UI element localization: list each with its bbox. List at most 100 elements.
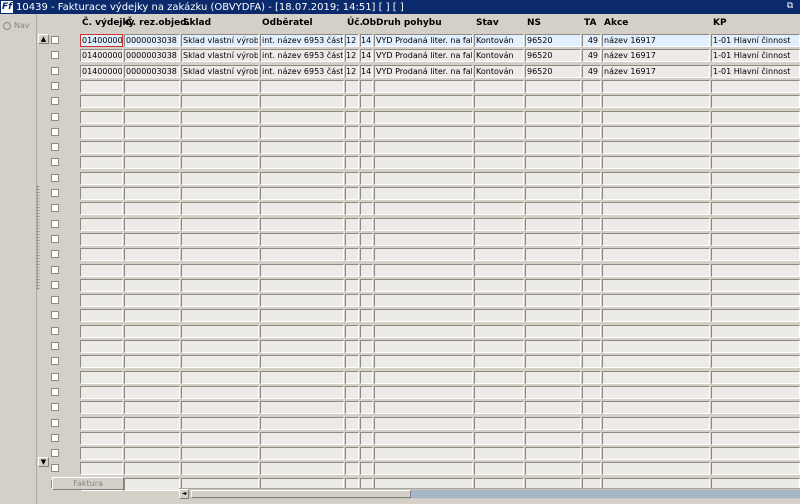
table-cell[interactable] bbox=[80, 141, 123, 155]
table-cell[interactable] bbox=[711, 248, 800, 262]
table-cell[interactable] bbox=[360, 141, 373, 155]
table-cell[interactable] bbox=[260, 355, 344, 369]
table-cell[interactable] bbox=[602, 385, 710, 399]
table-cell[interactable] bbox=[345, 171, 359, 185]
row-checkbox[interactable] bbox=[51, 464, 59, 473]
table-cell[interactable] bbox=[124, 187, 180, 200]
table-cell[interactable] bbox=[374, 462, 473, 476]
table-cell[interactable] bbox=[260, 141, 344, 155]
table-cell[interactable] bbox=[181, 217, 259, 231]
table-cell[interactable] bbox=[260, 385, 344, 399]
table-cell[interactable] bbox=[474, 324, 524, 338]
table-cell[interactable] bbox=[474, 263, 524, 277]
table-cell[interactable] bbox=[80, 187, 123, 200]
table-row[interactable] bbox=[38, 309, 800, 323]
table-cell[interactable]: int. název 6953 část 2 bbox=[260, 64, 344, 78]
column-header[interactable]: Ob bbox=[362, 16, 376, 30]
table-cell[interactable] bbox=[374, 187, 473, 200]
table-cell[interactable] bbox=[582, 294, 601, 308]
table-cell[interactable] bbox=[345, 294, 359, 308]
table-cell[interactable] bbox=[474, 217, 524, 231]
table-cell[interactable] bbox=[80, 355, 123, 369]
table-cell[interactable] bbox=[345, 248, 359, 262]
table-cell[interactable] bbox=[582, 462, 601, 476]
table-cell[interactable] bbox=[711, 95, 800, 109]
table-cell[interactable] bbox=[374, 202, 473, 216]
table-cell[interactable] bbox=[181, 385, 259, 399]
table-cell[interactable]: 0140000017 bbox=[80, 34, 123, 47]
restore-icon[interactable]: ⧉ bbox=[784, 0, 796, 13]
table-cell[interactable] bbox=[525, 309, 581, 323]
table-cell[interactable] bbox=[474, 187, 524, 200]
table-cell[interactable] bbox=[360, 95, 373, 109]
table-cell[interactable] bbox=[80, 385, 123, 399]
table-cell[interactable] bbox=[360, 401, 373, 415]
row-checkbox[interactable] bbox=[51, 97, 59, 106]
table-cell[interactable] bbox=[525, 294, 581, 308]
table-cell[interactable] bbox=[711, 217, 800, 231]
table-cell[interactable] bbox=[360, 187, 373, 200]
table-row[interactable] bbox=[38, 294, 800, 308]
table-cell[interactable] bbox=[345, 263, 359, 277]
table-cell[interactable]: 1-01 Hlavní činnost bbox=[711, 49, 800, 63]
table-cell[interactable] bbox=[602, 187, 710, 200]
table-cell[interactable] bbox=[374, 79, 473, 93]
row-checkbox[interactable] bbox=[51, 387, 59, 396]
table-cell[interactable] bbox=[124, 340, 180, 353]
table-cell[interactable] bbox=[80, 447, 123, 461]
table-cell[interactable]: 12 bbox=[345, 64, 359, 78]
row-checkbox[interactable] bbox=[51, 143, 59, 152]
table-cell[interactable] bbox=[124, 232, 180, 246]
table-cell[interactable] bbox=[181, 431, 259, 445]
table-cell[interactable] bbox=[582, 355, 601, 369]
table-cell[interactable]: 96520 bbox=[525, 64, 581, 78]
table-cell[interactable]: Sklad vlastní výrobky bbox=[181, 34, 259, 47]
table-cell[interactable] bbox=[345, 141, 359, 155]
table-cell[interactable] bbox=[525, 187, 581, 200]
table-cell[interactable] bbox=[345, 431, 359, 445]
table-cell[interactable] bbox=[360, 156, 373, 170]
table-cell[interactable] bbox=[260, 309, 344, 323]
row-checkbox[interactable] bbox=[51, 403, 59, 412]
table-cell[interactable] bbox=[260, 95, 344, 109]
table-cell[interactable] bbox=[181, 79, 259, 93]
table-cell[interactable] bbox=[124, 309, 180, 323]
table-cell[interactable] bbox=[602, 340, 710, 353]
table-cell[interactable] bbox=[474, 141, 524, 155]
table-cell[interactable] bbox=[602, 202, 710, 216]
table-cell[interactable]: 1-01 Hlavní činnost bbox=[711, 34, 800, 47]
table-cell[interactable] bbox=[474, 340, 524, 353]
table-row[interactable] bbox=[38, 79, 800, 94]
row-checkbox[interactable] bbox=[51, 173, 59, 182]
table-cell[interactable] bbox=[260, 171, 344, 185]
table-cell[interactable] bbox=[582, 171, 601, 185]
row-checkbox[interactable] bbox=[51, 36, 59, 44]
table-cell[interactable]: 49 bbox=[582, 49, 601, 63]
table-cell[interactable] bbox=[602, 416, 710, 430]
table-cell[interactable] bbox=[181, 202, 259, 216]
table-cell[interactable] bbox=[374, 340, 473, 353]
table-row[interactable] bbox=[38, 340, 800, 354]
table-cell[interactable] bbox=[374, 431, 473, 445]
table-cell[interactable]: 1-01 Hlavní činnost bbox=[711, 64, 800, 78]
table-cell[interactable] bbox=[474, 156, 524, 170]
table-cell[interactable] bbox=[345, 156, 359, 170]
table-cell[interactable] bbox=[360, 309, 373, 323]
table-row[interactable]: 01400000150000003038Sklad vlastní výrobk… bbox=[38, 64, 800, 79]
table-cell[interactable] bbox=[525, 232, 581, 246]
table-cell[interactable] bbox=[124, 217, 180, 231]
table-cell[interactable] bbox=[124, 416, 180, 430]
table-cell[interactable] bbox=[602, 401, 710, 415]
table-cell[interactable] bbox=[80, 278, 123, 292]
table-cell[interactable] bbox=[360, 370, 373, 384]
table-cell[interactable] bbox=[602, 248, 710, 262]
table-cell[interactable] bbox=[80, 416, 123, 430]
table-cell[interactable] bbox=[582, 370, 601, 384]
table-cell[interactable]: 49 bbox=[582, 34, 601, 47]
table-cell[interactable] bbox=[474, 248, 524, 262]
table-cell[interactable] bbox=[80, 431, 123, 445]
table-cell[interactable] bbox=[374, 141, 473, 155]
row-checkbox[interactable] bbox=[51, 342, 59, 350]
table-cell[interactable] bbox=[80, 202, 123, 216]
table-cell[interactable] bbox=[582, 416, 601, 430]
